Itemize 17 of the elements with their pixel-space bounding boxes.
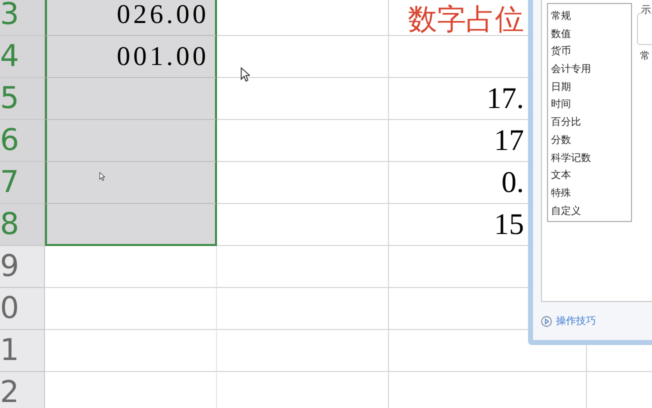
table-cell: 026.00 bbox=[45, 0, 217, 36]
table-cell: 001.00 bbox=[45, 36, 217, 78]
category-item[interactable]: 会计专用 bbox=[551, 61, 631, 79]
row-header[interactable]: 9 bbox=[0, 246, 45, 288]
mouse-pointer-icon bbox=[99, 172, 105, 181]
row-header[interactable]: 1 bbox=[0, 330, 45, 372]
play-icon bbox=[541, 316, 552, 327]
mouse-pointer-icon bbox=[240, 67, 250, 82]
sample-label: 常 bbox=[640, 52, 651, 62]
category-item[interactable]: 货币 bbox=[551, 43, 631, 62]
row-header[interactable]: 0 bbox=[0, 288, 45, 330]
category-item[interactable]: 数值 bbox=[551, 26, 631, 44]
group-label: 示 bbox=[641, 6, 651, 16]
category-item[interactable]: 常规 bbox=[551, 8, 631, 26]
row-header[interactable]: 2 bbox=[0, 372, 45, 408]
category-list[interactable]: 常规 数值 货币 会计专用 日期 时间 百分比 分数 科学记数 文本 特殊 自定义 bbox=[547, 3, 632, 222]
tips-link[interactable]: 操作技巧 bbox=[556, 316, 596, 326]
